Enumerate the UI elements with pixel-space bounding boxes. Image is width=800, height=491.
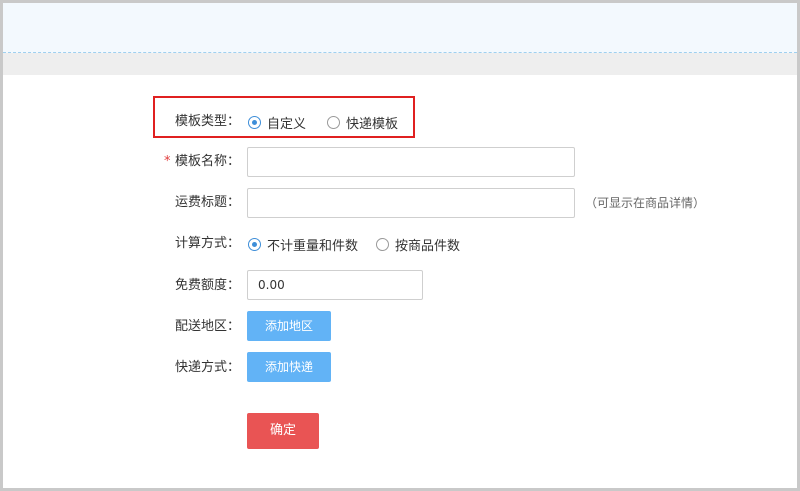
free-amount-input[interactable]: [247, 270, 423, 300]
delivery-area-label: 配送地区：: [174, 319, 240, 334]
shipping-title-label: 运费标题：: [174, 195, 240, 210]
template-name-input[interactable]: [247, 147, 575, 177]
express-method-label: 快递方式：: [174, 360, 240, 375]
billing-method-count-radio[interactable]: 按商品件数: [376, 229, 460, 259]
free-amount-label: 免费额度：: [174, 278, 240, 293]
billing-method-count-label: 按商品件数: [395, 238, 461, 254]
shipping-title-hint: （可显示在商品详情）: [585, 196, 706, 210]
billing-method-none-radio[interactable]: 不计重量和件数: [248, 229, 358, 259]
template-name-label: 模板名称：: [174, 154, 240, 169]
billing-method-none-label: 不计重量和件数: [267, 238, 359, 254]
shipping-title-input[interactable]: [247, 188, 575, 218]
billing-method-label: 计算方式：: [174, 236, 240, 251]
header-panel: [3, 3, 797, 53]
highlight-box: [153, 96, 415, 138]
radio-unchecked-icon: [376, 237, 389, 251]
add-express-button[interactable]: 添加快递: [247, 352, 331, 382]
submit-button[interactable]: 确定: [247, 413, 319, 449]
add-area-button[interactable]: 添加地区: [247, 311, 331, 341]
radio-checked-icon: [248, 237, 261, 251]
